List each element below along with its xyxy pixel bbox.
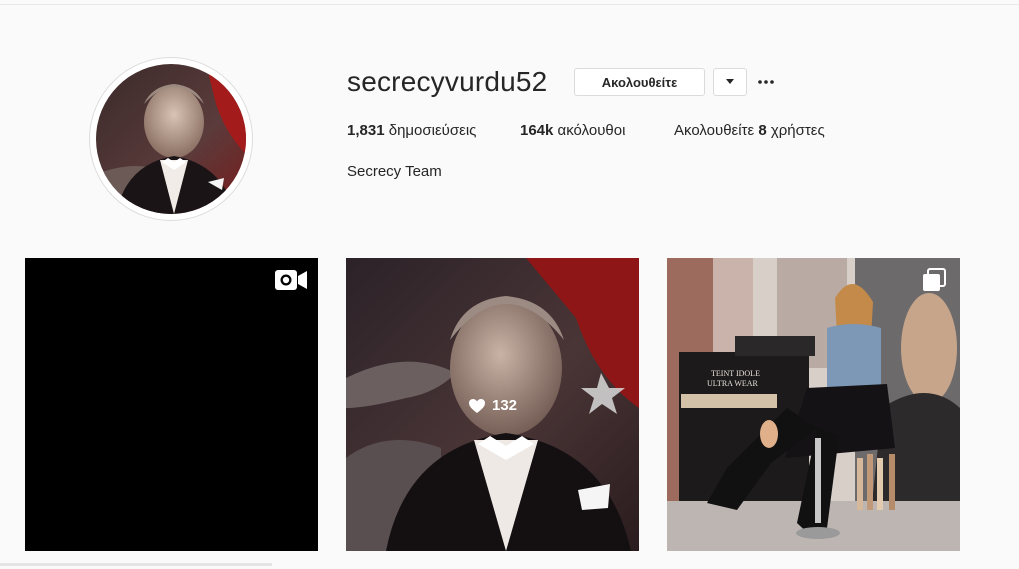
following-count-value: 8 — [758, 122, 767, 139]
followers-link[interactable]: 164k ακόλουθοι — [520, 122, 625, 139]
profile-page: secrecyvurdu52 Ακολουθείτε 1,831 δημοσιε… — [0, 0, 1019, 569]
likes-overlay: 132 — [468, 397, 517, 414]
video-camera-icon — [275, 270, 307, 290]
following-suffix: χρήστες — [770, 122, 825, 139]
avatar[interactable] — [96, 64, 246, 214]
poster-text: TEINT IDOLE — [711, 369, 760, 378]
profile-bio: Secrecy Team — [347, 163, 442, 180]
top-divider — [0, 4, 1019, 5]
more-options-button[interactable] — [754, 70, 778, 94]
caret-down-icon — [726, 79, 734, 84]
bottom-scroll-strip — [0, 563, 272, 566]
post-tile-photo[interactable]: 132 — [346, 258, 639, 551]
posts-count-value: 1,831 — [347, 122, 385, 139]
posts-count-label: δημοσιεύσεις — [388, 122, 477, 139]
following-link[interactable]: Ακολουθείτε 8 χρήστες — [674, 122, 825, 139]
suggestions-dropdown-button[interactable] — [713, 68, 747, 96]
followers-count-value: 164k — [520, 122, 554, 139]
following-button[interactable]: Ακολουθείτε — [574, 68, 705, 96]
post-photo-makeup: TEINT IDOLE ULTRA WEAR — [667, 258, 960, 551]
profile-username: secrecyvurdu52 — [347, 66, 548, 97]
poster-text: ULTRA WEAR — [707, 379, 759, 388]
avatar-portrait — [96, 64, 246, 214]
likes-count: 132 — [492, 397, 518, 414]
followers-count-label: ακόλουθοι — [557, 122, 626, 139]
ellipsis-icon — [758, 80, 774, 84]
post-tile-gallery[interactable]: TEINT IDOLE ULTRA WEAR — [667, 258, 960, 551]
posts-count: 1,831 δημοσιεύσεις — [347, 122, 476, 139]
following-prefix: Ακολουθείτε — [674, 122, 755, 139]
post-tile-video[interactable] — [25, 258, 318, 551]
heart-icon — [469, 398, 485, 413]
multiple-images-icon — [923, 268, 946, 291]
